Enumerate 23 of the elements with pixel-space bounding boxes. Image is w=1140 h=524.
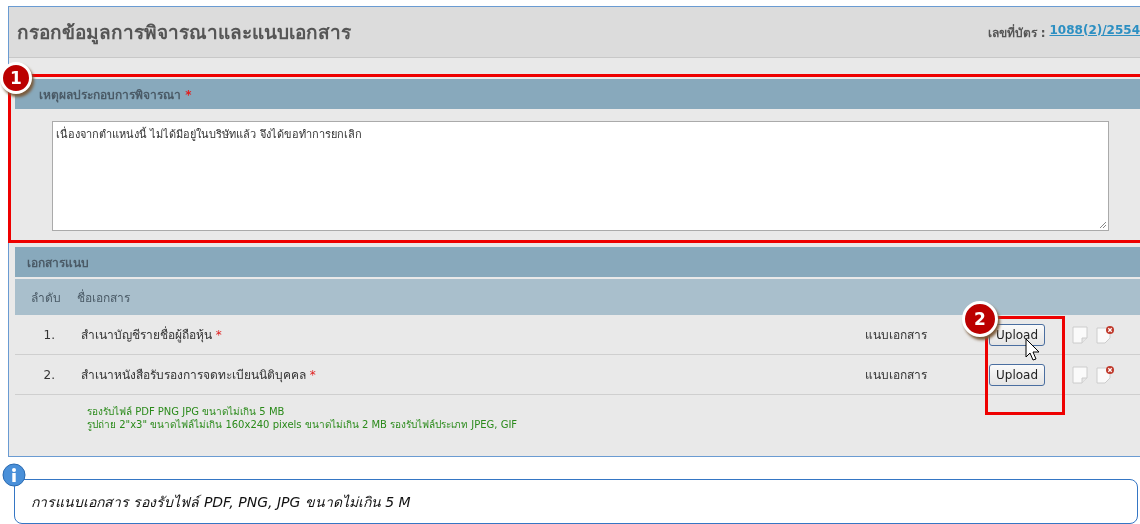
section-title: เอกสารแนบ: [27, 254, 89, 272]
resize-grip-icon[interactable]: [1099, 221, 1107, 229]
card-label: เลขที่บัตร :: [987, 23, 1046, 42]
upload-button[interactable]: Upload: [989, 363, 1046, 386]
reason-field[interactable]: เนื่องจากตำแหน่งนี้ ไม่ได้มีอยู่ในบริษัทแล้ว จึงได้ขอทำการยกเลิก: [52, 121, 1109, 231]
file-requirement-note: รองรับไฟล์ PDF PNG JPG ขนาดไม่เกิน 5 MB: [87, 405, 286, 418]
delete-note-icon[interactable]: [1095, 324, 1115, 345]
document-name: สำเนาหนังสือรับรองการจดทะเบียนนิติบุคคล *: [81, 367, 317, 384]
info-text: การแนบเอกสาร รองรับไฟล์ PDF, PNG, JPG ขนาดไม่เกิน 5 M: [31, 492, 411, 512]
delete-note-icon[interactable]: [1095, 364, 1115, 385]
column-header: ชื่อเอกสาร: [77, 288, 130, 307]
file-requirement-note: รูปถ่าย 2"x3" ขนาดไฟล์ไม่เกิน 160x240 pixels ขนาดไม่เกิน 2 MB รองรับไฟล์ประเภท JPEG, GIF: [87, 418, 519, 431]
row-number: 1.: [42, 327, 56, 342]
column-header: ลำดับ: [30, 289, 62, 307]
document-name: สำเนาบัญชีรายชื่อผู้ถือหุ้น *: [81, 325, 223, 344]
step-badge: 1: [0, 62, 32, 94]
attach-status: แนบเอกสาร: [865, 327, 928, 344]
upload-button[interactable]: Upload: [989, 323, 1046, 346]
section-title: เหตุผลประกอบการพิจารณา *: [39, 86, 192, 104]
page-title: กรอกข้อมูลการพิจารณาและแนบเอกสาร: [17, 20, 351, 47]
attach-status: แนบเอกสาร: [865, 367, 928, 384]
row-number: 2.: [42, 367, 56, 382]
info-icon: [2, 463, 26, 487]
